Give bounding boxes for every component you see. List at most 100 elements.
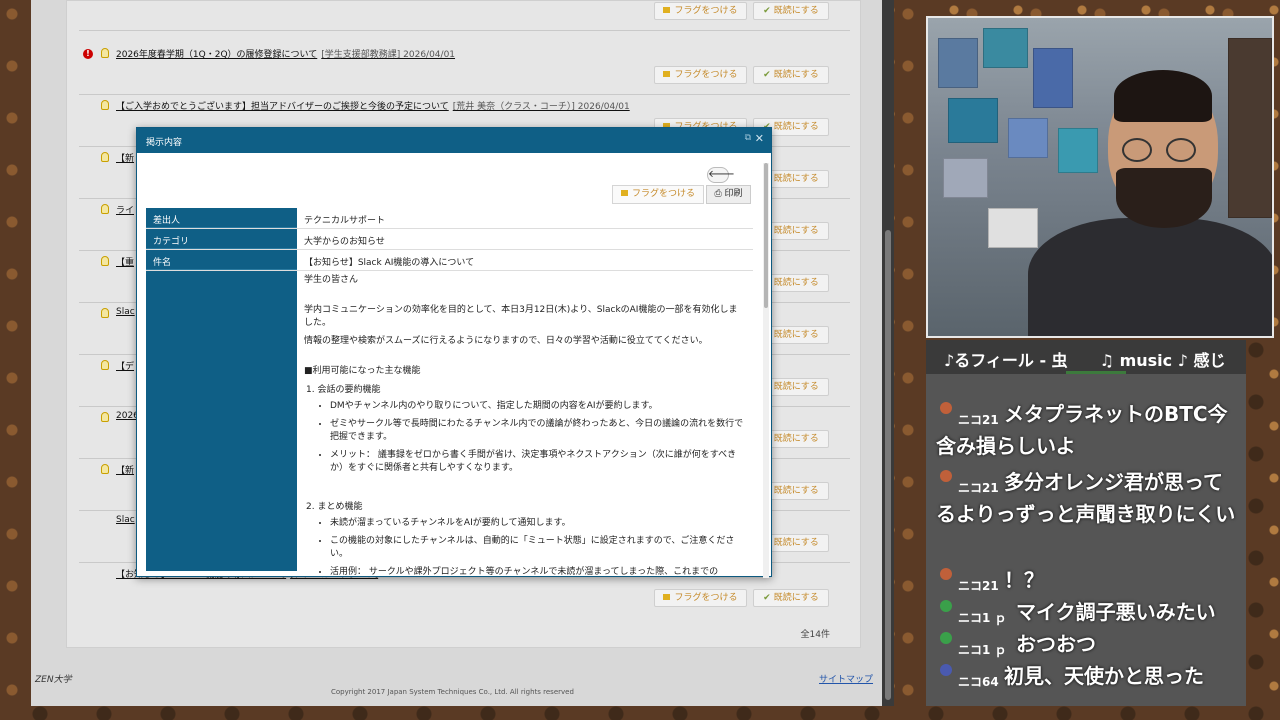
chat-message: ！？ ニコ21 (936, 564, 1236, 596)
intro-text: 学内コミュニケーションの効率化を目的として、本日3月12日(木)より、Slack… (304, 305, 738, 328)
notice-title[interactable]: Slac (116, 307, 135, 317)
list-item: 未読が溜まっているチャンネルをAIが要約して通知します。 (330, 517, 744, 530)
mark-read-button[interactable]: ✔既読にする (753, 2, 829, 20)
intro-text-2: 情報の整理や検索がスムーズに行えるようになりますので、日々の学習や活動に役立てて… (304, 336, 708, 346)
chat-message: メタプラネットのBTC今含み損らしいよ ニコ21 (936, 398, 1236, 462)
university-name: ZEN大学 (35, 675, 72, 685)
section-title: 2. まとめ機能 (306, 502, 363, 512)
modal-scrollbar[interactable] (763, 163, 769, 578)
list-item: メリット： 議事録をゼロから書く手間が省け、決定事項やネクストアクション（次に誰… (330, 449, 744, 475)
subject-label: 件名 (146, 250, 297, 270)
bulb-icon (101, 100, 109, 110)
features-heading: ■利用可能になった主な機能 (304, 366, 421, 376)
bulb-icon (101, 308, 109, 318)
flag-button[interactable]: フラグをつける (654, 589, 747, 607)
copyright: Copyright 2017 Japan System Techniques C… (331, 688, 574, 696)
important-icon: ! (83, 49, 93, 59)
chat-message: 初見、天使かと思った ニコ64 (936, 660, 1236, 692)
chat-user: ニコ21 (958, 579, 999, 593)
chat-message: マイク調子悪いみたい ニコ1 ｐ (936, 596, 1236, 628)
total-count: 全14件 (800, 630, 830, 640)
flag-icon (663, 71, 671, 77)
chat-message: おつおつ ニコ1 ｐ (936, 628, 1236, 660)
notice-title[interactable]: ライ (116, 203, 134, 216)
list-item: この機能の対象にしたチャンネルは、自動的に「ミュート状態」に設定されますので、ご… (330, 535, 744, 561)
music-level-bar (1066, 371, 1126, 374)
chat-user: ニコ1 ｐ (958, 611, 1007, 625)
sender-label: 差出人 (146, 208, 297, 228)
subject-row: 件名 【お知らせ】Slack AI機能の導入について (146, 250, 753, 271)
bulb-icon (101, 412, 109, 422)
chat-text: おつおつ (1016, 632, 1096, 656)
now-playing-text: ♪るフィール - 虫 ♫ music ♪ 感じ (944, 351, 1226, 370)
notice-title[interactable]: 【重 (116, 255, 134, 268)
category-value: 大学からのお知らせ (304, 237, 385, 247)
scrollbar-thumb[interactable] (885, 230, 891, 700)
subject-value: 【お知らせ】Slack AI機能の導入について (304, 258, 475, 268)
flag-icon (620, 190, 628, 196)
bulb-icon (101, 48, 109, 58)
scrollbar-thumb[interactable] (764, 163, 768, 308)
check-icon: ✔ (763, 6, 771, 16)
sender-row: 差出人 テクニカルサポート (146, 208, 753, 229)
chat-user: ニコ64 (958, 675, 999, 689)
flag-button[interactable]: フラグをつける (654, 66, 747, 84)
chat-message: 多分オレンジ君が思ってるよりっずっと声聞き取りにくい ニコ21 (936, 466, 1236, 562)
flag-icon (663, 594, 671, 600)
mark-read-button[interactable]: ✔既読にする (753, 589, 829, 607)
now-playing-ticker: ♪るフィール - 虫 ♫ music ♪ 感じ (926, 340, 1246, 374)
list-item: 活用例： サークルや課外プロジェクト等のチャンネルで未読が溜まってしまった際、こ… (330, 566, 744, 576)
greeting: 学生の皆さん (304, 275, 359, 285)
chat-user: ニコ21 (958, 413, 999, 427)
flag-button[interactable]: フラグをつける (654, 2, 747, 20)
bulb-icon (101, 256, 109, 266)
printer-icon: ⎙ (714, 189, 722, 199)
notice-title[interactable]: 【ご入学おめでとうございます】担当アドバイザーのご挨拶と今後の予定について [荒井… (116, 99, 630, 112)
webcam-feed (926, 16, 1274, 338)
section-title: 1. 会話の要約機能 (306, 385, 381, 395)
arrow-left-icon: 🡐 (708, 169, 735, 180)
category-label: カテゴリ (146, 229, 297, 249)
list-item: ゼミやサークル等で長時間にわたるチャンネル内での議論が終わったあと、今日の議論の… (330, 418, 744, 444)
notice-detail-modal: 掲示内容 ⧉ ✕ 🡐 フラグをつける ⎙ 印刷 差出人 テクニカルサポート カテ… (136, 127, 772, 578)
bulb-icon (101, 152, 109, 162)
chat-user: ニコ1 ｐ (958, 643, 1007, 657)
page-scrollbar[interactable] (882, 0, 894, 706)
chat-text: 初見、天使かと思った (1004, 664, 1204, 688)
close-icon[interactable]: ✕ (755, 132, 764, 145)
sender-value: テクニカルサポート (304, 216, 386, 226)
mark-read-button[interactable]: ✔既読にする (753, 66, 829, 84)
flag-button[interactable]: フラグをつける (612, 185, 704, 204)
notice-body: 学生の皆さん 学内コミュニケーションの効率化を目的として、本日3月12日(木)よ… (304, 274, 744, 576)
modal-header: 掲示内容 ⧉ ✕ (137, 128, 771, 153)
body-label-cell (146, 271, 297, 571)
modal-body: 🡐 フラグをつける ⎙ 印刷 差出人 テクニカルサポート カテゴリ 大学からのお… (137, 153, 771, 576)
feature-list: 未読が溜まっているチャンネルをAIが要約して通知します。 この機能の対象にしたチ… (330, 517, 744, 576)
category-row: カテゴリ 大学からのお知らせ (146, 229, 753, 250)
notice-title[interactable]: 2026年度春学期（1Q・2Q）の履修登録について [学生支援部教務課] 2026… (116, 47, 455, 60)
list-item: DMやチャンネル内のやり取りについて、指定した期間の内容をAIが要約します。 (330, 400, 744, 413)
chat-text: ！？ (1004, 568, 1044, 592)
notice-title[interactable]: 【新 (116, 463, 134, 476)
stream-chat-overlay: ♪るフィール - 虫 ♫ music ♪ 感じ メタプラネットのBTC今含み損ら… (926, 340, 1246, 706)
list-item: フラグをつける ✔ 既読にする (67, 0, 862, 31)
chat-user: ニコ21 (958, 481, 999, 495)
modal-title: 掲示内容 (146, 138, 183, 148)
person (1028, 218, 1272, 336)
sitemap-link[interactable]: サイトマップ (819, 672, 873, 685)
notice-title[interactable]: 【デ (116, 359, 134, 372)
notice-title[interactable]: 【新 (116, 151, 134, 164)
bulb-icon (101, 464, 109, 474)
flag-icon (663, 7, 671, 13)
list-item: ! 2026年度春学期（1Q・2Q）の履修登録について [学生支援部教務課] 20… (67, 43, 862, 95)
bulb-icon (101, 360, 109, 370)
check-icon: ✔ (763, 593, 771, 603)
popout-icon[interactable]: ⧉ (745, 133, 751, 143)
notice-title[interactable]: Slac (116, 515, 135, 525)
print-button[interactable]: ⎙ 印刷 (706, 185, 751, 204)
feature-list: DMやチャンネル内のやり取りについて、指定した期間の内容をAIが要約します。 ゼ… (330, 400, 744, 475)
back-button[interactable]: 🡐 (707, 167, 735, 183)
check-icon: ✔ (763, 70, 771, 80)
bulb-icon (101, 204, 109, 214)
chat-text: マイク調子悪いみたい (1016, 600, 1216, 624)
